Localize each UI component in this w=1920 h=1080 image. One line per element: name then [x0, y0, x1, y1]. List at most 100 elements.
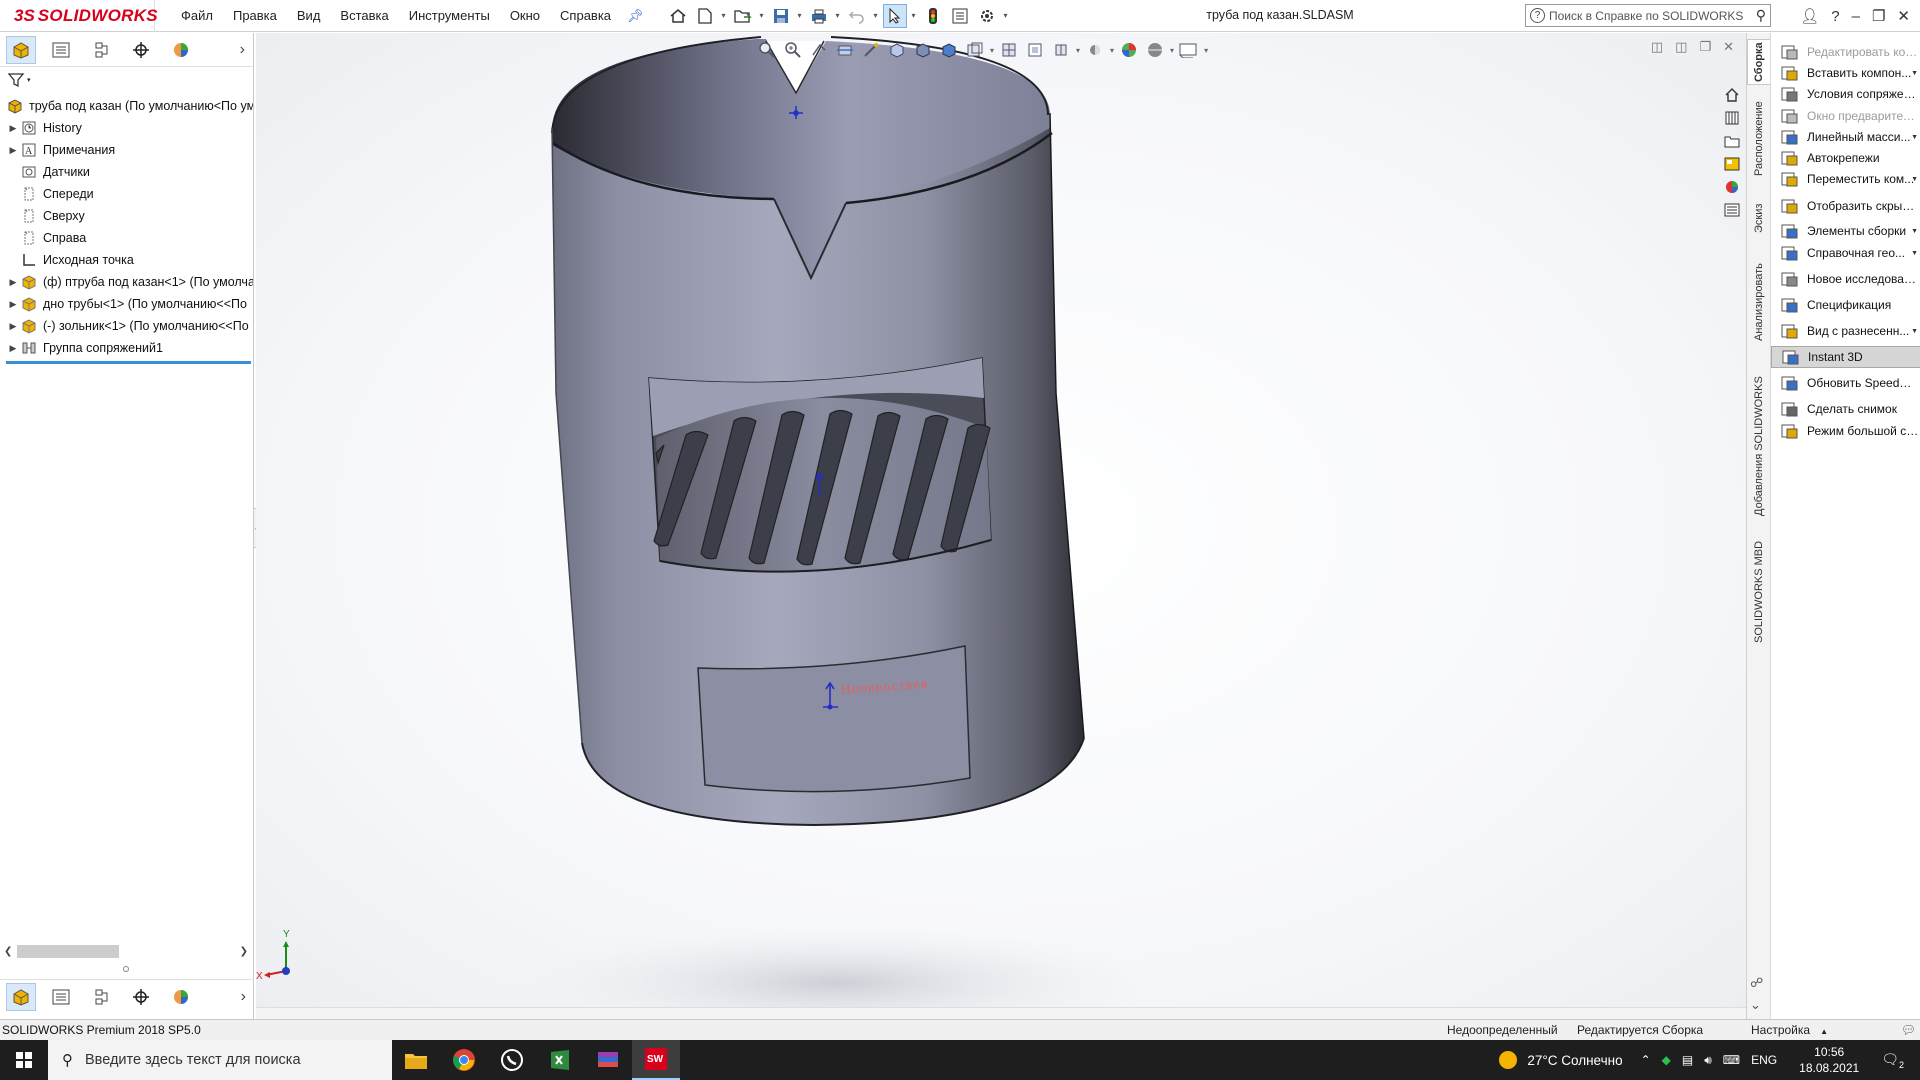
- tree-item[interactable]: ▶ дно трубы<1> (По умолчанию<<По: [6, 293, 253, 315]
- command-10[interactable]: Новое исследовани...: [1771, 268, 1920, 290]
- assembly-model[interactable]: Нооnвоствея: [256, 33, 1746, 1019]
- appearances-scenes-icon[interactable]: [1721, 177, 1743, 197]
- configurationmanager-tab-icon[interactable]: [86, 36, 116, 64]
- more-tabs-chevron-icon[interactable]: ›: [240, 41, 245, 59]
- zoom-to-fit-icon[interactable]: [756, 39, 778, 61]
- open-icon[interactable]: [731, 4, 755, 28]
- expand-arrow-icon[interactable]: ▶: [6, 123, 20, 134]
- pin-pane-icon[interactable]: ☍: [1750, 975, 1763, 991]
- command-14[interactable]: Обновить SpeedPak: [1771, 372, 1920, 394]
- custom-properties-icon[interactable]: [1721, 200, 1743, 220]
- menu-insert[interactable]: Вставка: [330, 8, 398, 23]
- command-11[interactable]: Спецификация: [1771, 294, 1920, 316]
- filter-dropdown-icon[interactable]: ▾: [27, 76, 31, 84]
- scene-dropdown-icon[interactable]: ▾: [1170, 46, 1174, 55]
- configurationmanager-tab-icon[interactable]: [86, 983, 116, 1011]
- tree-item[interactable]: Сверху: [6, 205, 253, 227]
- tree-item[interactable]: ▶ A Примечания: [6, 139, 253, 161]
- tree-item[interactable]: ▶ Группа сопряжений1: [6, 337, 253, 359]
- menu-help[interactable]: Справка: [550, 8, 621, 23]
- viewport-collapse-left-icon[interactable]: ◫: [1651, 39, 1663, 55]
- expand-arrow-icon[interactable]: ▶: [6, 277, 20, 288]
- tab-evaluate[interactable]: Анализировать: [1747, 247, 1771, 357]
- propertymanager-tab-icon[interactable]: [46, 36, 76, 64]
- viewport-restore-icon[interactable]: ❐: [1699, 39, 1711, 55]
- viewport-close-icon[interactable]: ✕: [1723, 39, 1734, 55]
- zoom-to-area-icon[interactable]: [782, 39, 804, 61]
- menu-view[interactable]: Вид: [287, 8, 331, 23]
- network-icon[interactable]: ▤: [1682, 1053, 1693, 1067]
- language-indicator[interactable]: ENG: [1751, 1053, 1777, 1067]
- print-dropdown-icon[interactable]: ▾: [834, 11, 842, 20]
- display-manager-tab-icon[interactable]: [166, 983, 196, 1011]
- menu-file[interactable]: Файл: [171, 8, 223, 23]
- tree-item[interactable]: ▶ (ф) птруба под казан<1> (По умолча: [6, 271, 253, 293]
- command-4[interactable]: Линейный масси... ▼: [1771, 126, 1920, 148]
- restore-button[interactable]: ❐: [1872, 7, 1885, 25]
- help-search-box[interactable]: ? Поиск в Справке по SOLIDWORKS ⚲: [1525, 4, 1771, 27]
- clock[interactable]: 10:56 18.08.2021: [1799, 1044, 1859, 1076]
- rebuild-icon[interactable]: [921, 4, 945, 28]
- previous-view-icon[interactable]: [808, 39, 830, 61]
- ash-grate-window[interactable]: [648, 357, 992, 573]
- filter-icon[interactable]: [8, 72, 26, 88]
- tab-layout[interactable]: Расположение: [1747, 89, 1771, 189]
- tab-sketch[interactable]: Эскиз: [1747, 193, 1771, 243]
- print-icon[interactable]: [807, 4, 831, 28]
- featuremanager-tab-icon[interactable]: [6, 982, 36, 1011]
- expand-arrow-icon[interactable]: ▶: [6, 321, 20, 332]
- tree-filter[interactable]: ▾: [0, 67, 253, 93]
- search-icon[interactable]: ⚲: [1756, 7, 1766, 24]
- expand-arrow-icon[interactable]: ▶: [6, 343, 20, 354]
- dimxpert-tab-icon[interactable]: [126, 36, 156, 64]
- save-dropdown-icon[interactable]: ▾: [796, 11, 804, 20]
- command-12[interactable]: Вид с разнесенн... ▼: [1771, 320, 1920, 342]
- command-3[interactable]: Окно предваритель...: [1771, 105, 1920, 127]
- dimxpert-tab-icon[interactable]: [126, 983, 156, 1011]
- more-tabs-chevron-icon[interactable]: ›: [241, 988, 246, 1006]
- command-0[interactable]: Редактировать ком...: [1771, 41, 1920, 63]
- command-13[interactable]: Instant 3D: [1771, 346, 1920, 368]
- view-palette-icon[interactable]: [1721, 154, 1743, 174]
- command-16[interactable]: Режим большой сб...: [1771, 420, 1920, 442]
- command-2[interactable]: Условия сопряжения: [1771, 83, 1920, 105]
- help-search-input[interactable]: Поиск в Справке по SOLIDWORKS: [1549, 9, 1743, 23]
- tree-item[interactable]: Спереди: [6, 183, 253, 205]
- shadows-icon[interactable]: [1084, 39, 1106, 61]
- command-15[interactable]: Сделать снимок: [1771, 398, 1920, 420]
- new-dropdown-icon[interactable]: ▾: [720, 11, 728, 20]
- display-pane-icon[interactable]: [1178, 39, 1200, 61]
- tree-horizontal-scrollbar[interactable]: ❮ ❯: [2, 943, 250, 959]
- graphics-area[interactable]: Нооnвоствея ▾ ▾ ▾ ▾ ▾ ◫ ◫ ❐ ✕ Y X: [256, 33, 1746, 1019]
- solidworks-logo[interactable]: 3S SOLIDWORKS: [0, 0, 158, 32]
- propertymanager-tab-icon[interactable]: [46, 983, 76, 1011]
- featuremanager-tab-icon[interactable]: [6, 35, 36, 64]
- display-style-icon[interactable]: [912, 39, 934, 61]
- rollback-bar[interactable]: [6, 361, 251, 364]
- solidworks-resources-home-icon[interactable]: [1721, 85, 1743, 105]
- display-manager-tab-icon[interactable]: [166, 36, 196, 64]
- minimize-button[interactable]: –: [1852, 8, 1860, 25]
- expand-pane-chevron-icon[interactable]: ⌄: [1750, 997, 1763, 1013]
- design-library-icon[interactable]: [1721, 108, 1743, 128]
- appearance-sphere-icon[interactable]: [1118, 39, 1140, 61]
- pane-splitter[interactable]: [123, 966, 129, 972]
- options-dropdown-icon[interactable]: ▾: [1002, 11, 1010, 20]
- tab-assembly[interactable]: Сборка: [1747, 39, 1771, 85]
- select-cursor-icon[interactable]: [882, 3, 907, 28]
- spreadsheet-app-icon[interactable]: [536, 1040, 584, 1080]
- file-properties-icon[interactable]: [948, 4, 972, 28]
- file-explorer-icon[interactable]: [1721, 131, 1743, 151]
- apply-scene-icon[interactable]: [998, 39, 1020, 61]
- user-account-icon[interactable]: 👤︎: [1800, 7, 1819, 25]
- scene-icon[interactable]: [1144, 39, 1166, 61]
- expand-arrow-icon[interactable]: ▶: [6, 299, 20, 310]
- tab-solidworks-addins[interactable]: Добавления SOLIDWORKS: [1747, 361, 1771, 531]
- expand-arrow-icon[interactable]: ▶: [6, 145, 20, 156]
- view-settings-icon[interactable]: [1024, 39, 1046, 61]
- command-8[interactable]: Элементы сборки ▼: [1771, 220, 1920, 242]
- notifications-icon[interactable]: 🗨︎2: [1881, 1051, 1904, 1070]
- command-5[interactable]: Автокрепежи: [1771, 147, 1920, 169]
- command-dropdown-icon[interactable]: ▼: [1911, 328, 1918, 335]
- tree-item[interactable]: Справа: [6, 227, 253, 249]
